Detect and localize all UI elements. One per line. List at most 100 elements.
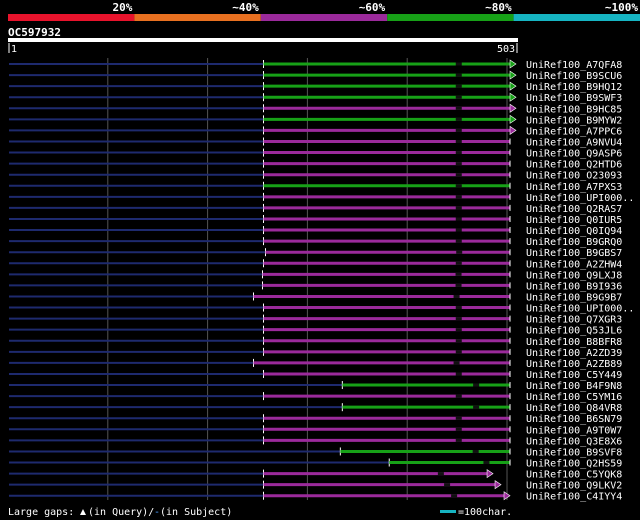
gap-block (455, 306, 462, 310)
hit-label: UniRef100_C5Y449 (526, 370, 622, 381)
hit-label: UniRef100_B9MYW2 (526, 115, 622, 126)
gap-block (455, 427, 462, 431)
hit-label: UniRef100_B9GBS7 (526, 248, 622, 259)
hit-label: UniRef100_A2ZD39 (526, 348, 622, 359)
hit-label: UniRef100_Q3E8X6 (526, 436, 622, 447)
hit-label: UniRef100_UPI000.. (526, 304, 634, 315)
gaps-legend-label: Large gaps: (8, 507, 74, 518)
gap-block (455, 162, 462, 166)
legend-label: ~60% (359, 1, 386, 14)
query-id-label: OC597932 (8, 26, 61, 39)
gap-block (455, 272, 462, 276)
query-end-label: 503 (497, 44, 515, 55)
legend-color-segment (8, 14, 135, 21)
gap-block (455, 173, 462, 177)
hit-label: UniRef100_UPI000.. (526, 193, 634, 204)
gap-block (456, 250, 463, 254)
gap-block (455, 151, 462, 155)
hit-label: UniRef100_Q2HTD6 (526, 160, 622, 171)
gap-block (453, 361, 460, 365)
hit-label: UniRef100_Q2HS59 (526, 459, 622, 470)
hit-label: UniRef100_Q9LXJ8 (526, 270, 622, 281)
hit-label: UniRef100_Q0IUR5 (526, 215, 622, 226)
gap-block (455, 195, 462, 199)
gaps-in-query-label: (in Query)/ (88, 507, 154, 518)
legend-label: ~100% (605, 1, 638, 14)
gap-block (455, 394, 462, 398)
gap-block (473, 383, 480, 387)
hit-label: UniRef100_B9G9B7 (526, 292, 622, 303)
gap-block (455, 95, 462, 99)
hit-label: UniRef100_B9HQ12 (526, 82, 622, 93)
hit-label: UniRef100_B8BFR8 (526, 337, 622, 348)
legend-color-segment (260, 14, 388, 21)
legend-color-segment (387, 14, 514, 21)
gap-block (455, 372, 462, 376)
gap-block (455, 217, 462, 221)
gap-block (455, 283, 462, 287)
hit-label: UniRef100_Q9LKV2 (526, 481, 622, 492)
hit-label: UniRef100_Q53JL6 (526, 326, 622, 337)
legend-label: ~80% (485, 1, 512, 14)
hit-label: UniRef100_C5YQK8 (526, 470, 622, 481)
hit-label: UniRef100_A2ZB89 (526, 359, 622, 370)
gap-block (455, 438, 462, 442)
gap-block (451, 494, 458, 498)
scale-bar (440, 510, 456, 513)
gap-block (455, 317, 462, 321)
gap-block (455, 239, 462, 243)
hit-label: UniRef100_C4IYY4 (526, 492, 622, 503)
gap-block (455, 206, 462, 210)
gap-block (437, 472, 444, 476)
gap-block (455, 84, 462, 88)
hit-label: UniRef100_A2ZHW4 (526, 259, 622, 270)
gap-block (455, 139, 462, 143)
gap-block (455, 128, 462, 132)
gap-block (455, 62, 462, 66)
gap-block (455, 228, 462, 232)
gap-block (455, 73, 462, 77)
hit-label: UniRef100_Q7XGR3 (526, 315, 622, 326)
query-ruler-bar (8, 38, 518, 42)
legend-color-segment (513, 14, 640, 21)
gap-block (455, 339, 462, 343)
hit-label: UniRef100_B9GRQ0 (526, 237, 622, 248)
hit-label: UniRef100_B9SWF3 (526, 93, 622, 104)
hit-label: UniRef100_B9SCU6 (526, 71, 622, 82)
gap-block (455, 184, 462, 188)
legend-color-segment (134, 14, 261, 21)
gap-block (472, 449, 479, 453)
gap-block (455, 416, 462, 420)
hit-label: UniRef100_B9I936 (526, 281, 622, 292)
hit-label: UniRef100_B9HC85 (526, 104, 622, 115)
legend-label: ~40% (232, 1, 259, 14)
hit-label: UniRef100_O23093 (526, 171, 622, 182)
gap-block (455, 350, 462, 354)
hit-label: UniRef100_A7PPC6 (526, 126, 622, 137)
hit-label: UniRef100_Q84VR8 (526, 403, 622, 414)
hit-label: UniRef100_B9SVF8 (526, 447, 622, 458)
scale-bar-label: =100char. (458, 507, 512, 518)
hit-label: UniRef100_B6SN79 (526, 414, 622, 425)
gap-block (455, 261, 462, 265)
hit-label: UniRef100_Q9ASP6 (526, 149, 622, 160)
hit-label: UniRef100_Q0IQ94 (526, 226, 622, 237)
hit-label: UniRef100_A7PXS3 (526, 182, 622, 193)
gap-block (455, 328, 462, 332)
hit-label: UniRef100_C5YM16 (526, 392, 622, 403)
gaps-in-subject-label: (in Subject) (160, 507, 232, 518)
hit-label: UniRef100_B4F9N8 (526, 381, 622, 392)
gap-block (473, 405, 480, 409)
legend-label: 20% (113, 1, 133, 14)
gap-block (453, 294, 460, 298)
alignment-overview-chart: 20% ~40% ~60% ~80% ~100% OC597932 1 503 UniR… (0, 0, 640, 520)
hit-label: UniRef100_A7QFA8 (526, 60, 622, 71)
gap-block (455, 117, 462, 121)
gap-block (444, 483, 451, 487)
gap-block (483, 461, 490, 465)
hit-label: UniRef100_Q2RAS7 (526, 204, 622, 215)
hit-label: UniRef100_A9T0W7 (526, 425, 622, 436)
hit-label: UniRef100_A9NVU4 (526, 137, 622, 148)
gap-block (455, 106, 462, 110)
query-start-label: 1 (11, 44, 17, 55)
